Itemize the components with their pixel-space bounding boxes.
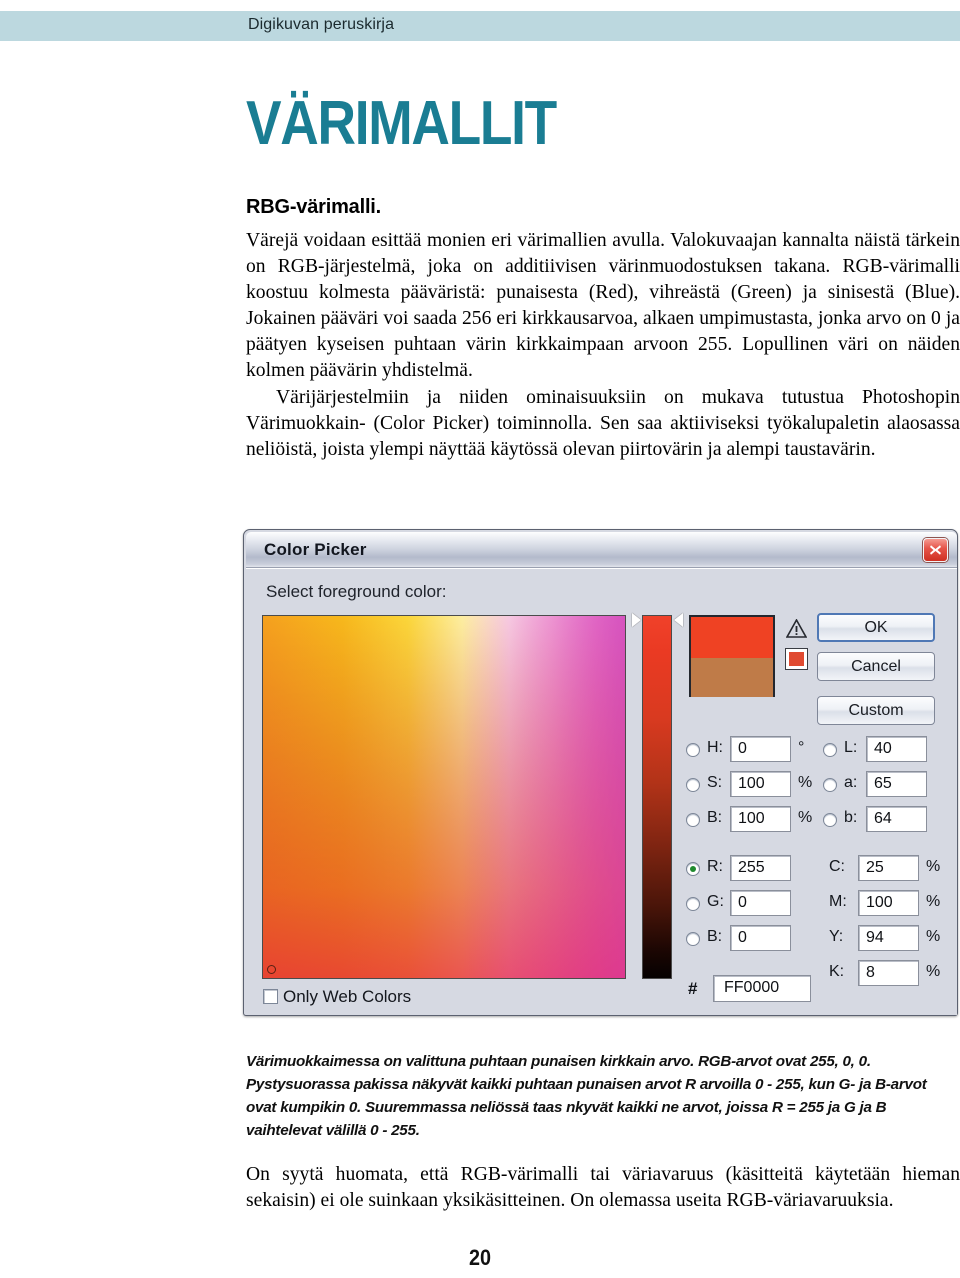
cancel-button[interactable]: Cancel: [817, 652, 935, 681]
field-row-g-m: G: 0 M: 100 %: [686, 888, 948, 923]
input-blue[interactable]: 0: [730, 925, 791, 951]
color-preview-swatch[interactable]: [689, 615, 775, 697]
label-lab-l: L:: [844, 739, 858, 756]
input-lab-a[interactable]: 65: [866, 771, 927, 797]
input-hue[interactable]: 0: [730, 736, 791, 762]
page-title: VÄRIMALLIT: [246, 89, 557, 158]
label-red: R:: [707, 858, 723, 875]
closing-paragraph: On syytä huomata, että RGB-värimalli tai…: [246, 1164, 960, 1212]
dialog-body: Select foreground color: OK Cancel Custo…: [246, 568, 957, 1015]
preview-new-color: [691, 617, 773, 658]
running-header-title: Digikuvan peruskirja: [248, 16, 395, 33]
unit-cyan: %: [926, 858, 941, 875]
label-hue: H:: [707, 739, 723, 756]
label-yellow: Y:: [829, 928, 844, 945]
custom-button[interactable]: Custom: [817, 696, 935, 725]
label-saturation: S:: [707, 774, 723, 791]
hex-prefix: #: [688, 979, 698, 998]
radio-blue[interactable]: [686, 932, 700, 946]
paragraph-1: Värejä voidaan esittää monien eri värima…: [246, 230, 960, 382]
input-magenta[interactable]: 100: [858, 890, 919, 916]
preview-previous-color[interactable]: [691, 658, 773, 697]
radio-lab-b[interactable]: [823, 813, 837, 827]
input-brightness[interactable]: 100: [730, 806, 791, 832]
unit-yellow: %: [926, 928, 941, 945]
radio-red[interactable]: [686, 862, 700, 876]
radio-brightness[interactable]: [686, 813, 700, 827]
section-lede: RBG-värimalli.: [246, 196, 382, 218]
running-header-band: [0, 11, 960, 41]
dialog-titlebar: Color Picker: [246, 532, 957, 568]
unit-hue: °: [798, 739, 805, 756]
label-lab-a: a:: [844, 774, 858, 791]
input-lab-l[interactable]: 40: [866, 736, 927, 762]
only-web-colors-label: Only Web Colors: [283, 987, 412, 1006]
color-value-fields: H: 0 ° L: 40 S: 100 % a: 65 B: 100 % b: …: [686, 734, 948, 993]
gamut-warning-icon: [785, 618, 808, 639]
input-saturation[interactable]: 100: [730, 771, 791, 797]
color-picker-dialog: Color Picker Select foreground color: OK…: [243, 529, 958, 1016]
field-row-b-b: B: 100 % b: 64: [686, 804, 948, 839]
hue-slider-right-marker[interactable]: [674, 613, 683, 627]
close-icon[interactable]: [923, 538, 948, 562]
radio-lab-a[interactable]: [823, 778, 837, 792]
label-brightness: B:: [707, 809, 723, 826]
input-hex[interactable]: FF0000: [713, 975, 811, 1002]
sv-field-cursor[interactable]: [267, 965, 276, 974]
saturation-brightness-field[interactable]: [262, 615, 626, 979]
figure-caption: Värimuokkaimessa on valittuna puhtaan pu…: [246, 1053, 927, 1139]
radio-saturation[interactable]: [686, 778, 700, 792]
input-yellow[interactable]: 94: [858, 925, 919, 951]
input-red[interactable]: 255: [730, 855, 791, 881]
hue-slider[interactable]: [642, 615, 672, 979]
label-magenta: M:: [829, 893, 847, 910]
radio-lab-l[interactable]: [823, 743, 837, 757]
ok-button[interactable]: OK: [817, 613, 935, 642]
unit-magenta: %: [926, 893, 941, 910]
dialog-title: Color Picker: [264, 540, 367, 559]
paragraph-2: Värijärjestelmiin ja niiden ominaisuuksi…: [246, 386, 960, 460]
label-blue: B:: [707, 928, 723, 945]
dialog-subtitle: Select foreground color:: [266, 582, 447, 601]
input-cyan[interactable]: 25: [858, 855, 919, 881]
unit-brightness: %: [798, 809, 813, 826]
hue-slider-left-marker[interactable]: [632, 613, 641, 627]
field-row-b-y: B: 0 Y: 94 %: [686, 923, 948, 958]
input-lab-b[interactable]: 64: [866, 806, 927, 832]
hex-field-row: # FF0000: [686, 975, 948, 1005]
body-text: Värejä voidaan esittää monien eri värima…: [246, 228, 960, 463]
page-number: 20: [468, 1245, 492, 1270]
radio-green[interactable]: [686, 897, 700, 911]
label-lab-b: b:: [844, 809, 858, 826]
field-row-h-l: H: 0 ° L: 40: [686, 734, 948, 769]
field-row-r-c: R: 255 C: 25 %: [686, 853, 948, 888]
sv-field-overlay: [263, 616, 625, 978]
radio-hue[interactable]: [686, 743, 700, 757]
field-row-s-a: S: 100 % a: 65: [686, 769, 948, 804]
label-cyan: C:: [829, 858, 845, 875]
label-green: G:: [707, 893, 724, 910]
unit-saturation: %: [798, 774, 813, 791]
input-green[interactable]: 0: [730, 890, 791, 916]
in-gamut-color-chip[interactable]: [785, 648, 808, 670]
checkbox-box[interactable]: [263, 989, 278, 1004]
